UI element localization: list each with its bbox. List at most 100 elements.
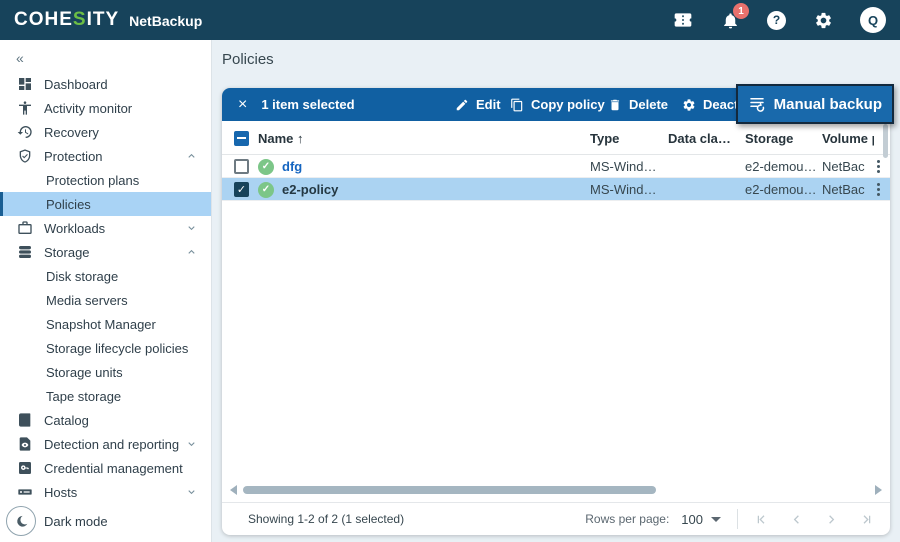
last-page-icon[interactable] bbox=[859, 512, 874, 527]
sidebar-item-media-servers[interactable]: Media servers bbox=[0, 288, 211, 312]
sidebar-item-protection[interactable]: Protection bbox=[0, 144, 211, 168]
scroll-right-arrow-icon[interactable] bbox=[875, 485, 882, 495]
sidebar-item-credential-management[interactable]: Credential management bbox=[0, 456, 211, 480]
sidebar-item-label: Hosts bbox=[44, 484, 78, 500]
protection-shield-icon bbox=[16, 148, 33, 165]
sidebar-item-storage[interactable]: Storage bbox=[0, 240, 211, 264]
scrollbar-thumb[interactable] bbox=[243, 486, 657, 494]
column-header-type[interactable]: Type bbox=[590, 121, 619, 155]
edit-label: Edit bbox=[476, 97, 501, 112]
storage-disks-icon bbox=[16, 244, 33, 261]
status-ok-icon: ✓ bbox=[258, 181, 274, 198]
policy-type-cell: MS-Wind… bbox=[590, 159, 657, 174]
column-header-data-classification[interactable]: Data cla… bbox=[668, 121, 731, 155]
column-header-volume-pool[interactable]: Volume p bbox=[822, 121, 874, 155]
sidebar-item-label: Workloads bbox=[44, 220, 106, 236]
detection-report-icon bbox=[16, 436, 33, 453]
rows-per-page-select[interactable]: 100 bbox=[681, 512, 703, 527]
manual-backup-button[interactable]: Manual backup bbox=[735, 84, 894, 124]
row-actions-menu-icon[interactable] bbox=[874, 157, 883, 176]
dashboard-icon bbox=[16, 76, 33, 93]
first-page-icon[interactable] bbox=[754, 512, 769, 527]
chevron-down-icon[interactable] bbox=[186, 487, 197, 498]
status-ok-icon: ✓ bbox=[258, 158, 274, 175]
sidebar-item-label: Protection plans bbox=[46, 172, 140, 188]
settings-gear-icon[interactable] bbox=[813, 10, 833, 30]
delete-button[interactable]: Delete bbox=[608, 88, 668, 121]
vertical-scrollbar-thumb[interactable] bbox=[883, 124, 888, 158]
sidebar-item-snapshot-manager[interactable]: Snapshot Manager bbox=[0, 312, 211, 336]
select-all-checkbox[interactable] bbox=[234, 130, 249, 146]
sidebar-item-policies[interactable]: Policies bbox=[0, 192, 211, 216]
notifications-bell-icon[interactable]: 1 bbox=[720, 3, 749, 30]
sidebar-item-label: Credential management bbox=[44, 460, 183, 476]
sidebar-item-label: Protection bbox=[44, 148, 103, 164]
rows-per-page-label: Rows per page: bbox=[585, 512, 670, 526]
sidebar-item-workloads[interactable]: Workloads bbox=[0, 216, 211, 240]
chevron-up-icon[interactable] bbox=[186, 151, 197, 162]
copy-policy-button[interactable]: Copy policy bbox=[510, 88, 605, 121]
pagination bbox=[754, 512, 874, 527]
clear-selection-icon[interactable]: × bbox=[238, 96, 247, 113]
table-row[interactable]: ✓ ✓ e2-policy MS-Wind… e2-demou… NetBac bbox=[222, 178, 890, 201]
sidebar-collapse-icon[interactable]: « bbox=[0, 40, 211, 72]
previous-page-icon[interactable] bbox=[789, 512, 804, 527]
main-content: Policies × 1 item selected Edit Copy pol… bbox=[212, 40, 900, 542]
sidebar-item-activity-monitor[interactable]: Activity monitor bbox=[0, 96, 211, 120]
credential-key-icon bbox=[16, 460, 33, 477]
app-window: COHESITY NetBackup 1 ? Q « Dashboard Act bbox=[0, 0, 900, 542]
horizontal-scrollbar bbox=[230, 483, 882, 497]
sidebar-item-label: Storage bbox=[44, 244, 90, 260]
next-page-icon[interactable] bbox=[824, 512, 839, 527]
sidebar-item-label: Snapshot Manager bbox=[46, 316, 156, 332]
edit-button[interactable]: Edit bbox=[455, 88, 501, 121]
chevron-up-icon[interactable] bbox=[186, 247, 197, 258]
sidebar-item-label: Storage units bbox=[46, 364, 123, 380]
support-ticket-icon[interactable] bbox=[673, 10, 693, 30]
sidebar-item-label: Policies bbox=[46, 196, 91, 212]
selection-count-text: 1 item selected bbox=[261, 97, 355, 112]
sidebar-item-catalog[interactable]: Catalog bbox=[0, 408, 211, 432]
column-header-storage[interactable]: Storage bbox=[745, 121, 793, 155]
column-header-name[interactable]: Name ↑ bbox=[258, 121, 304, 155]
showing-count-text: Showing 1-2 of 2 (1 selected) bbox=[248, 512, 405, 526]
sidebar-item-label: Activity monitor bbox=[44, 100, 133, 116]
sidebar-item-storage-lifecycle-policies[interactable]: Storage lifecycle policies bbox=[0, 336, 211, 360]
workloads-briefcase-icon bbox=[16, 220, 33, 237]
top-bar: COHESITY NetBackup 1 ? Q bbox=[0, 0, 900, 40]
sidebar-item-recovery[interactable]: Recovery bbox=[0, 120, 211, 144]
row-actions-menu-icon[interactable] bbox=[874, 180, 883, 199]
brand-text-suffix: ITY bbox=[86, 9, 120, 30]
catalog-book-icon bbox=[16, 412, 33, 429]
sidebar-item-dashboard[interactable]: Dashboard bbox=[0, 72, 211, 96]
row-checkbox[interactable] bbox=[234, 159, 249, 174]
sidebar-item-hosts[interactable]: Hosts bbox=[0, 480, 211, 504]
dark-mode-label: Dark mode bbox=[44, 513, 108, 529]
sidebar: « Dashboard Activity monitor Recovery Pr… bbox=[0, 40, 212, 542]
dropdown-arrow-icon[interactable] bbox=[711, 516, 721, 522]
sort-ascending-icon: ↑ bbox=[297, 130, 304, 146]
sidebar-item-protection-plans[interactable]: Protection plans bbox=[0, 168, 211, 192]
sidebar-item-disk-storage[interactable]: Disk storage bbox=[0, 264, 211, 288]
hosts-server-icon bbox=[16, 484, 33, 501]
cohesity-logo: COHESITY bbox=[14, 9, 119, 31]
dark-mode-toggle[interactable]: Dark mode bbox=[6, 506, 108, 536]
table-row[interactable]: ✓ dfg MS-Wind… e2-demou… NetBac bbox=[222, 155, 890, 178]
product-name: NetBackup bbox=[129, 13, 203, 29]
sidebar-item-label: Detection and reporting bbox=[44, 436, 180, 452]
sidebar-item-storage-units[interactable]: Storage units bbox=[0, 360, 211, 384]
policy-storage-cell: e2-demou… bbox=[745, 159, 817, 174]
scrollbar-track[interactable] bbox=[243, 486, 869, 494]
user-avatar[interactable]: Q bbox=[860, 7, 886, 33]
policy-name-link[interactable]: dfg bbox=[282, 155, 302, 178]
help-icon[interactable]: ? bbox=[767, 10, 786, 30]
scroll-left-arrow-icon[interactable] bbox=[230, 485, 237, 495]
sidebar-item-tape-storage[interactable]: Tape storage bbox=[0, 384, 211, 408]
sidebar-item-detection-and-reporting[interactable]: Detection and reporting bbox=[0, 432, 211, 456]
chevron-down-icon[interactable] bbox=[186, 223, 197, 234]
chevron-down-icon[interactable] bbox=[186, 439, 197, 450]
row-checkbox-checked[interactable]: ✓ bbox=[234, 182, 249, 197]
brand-text: COHE bbox=[14, 9, 73, 30]
activity-monitor-icon bbox=[16, 100, 33, 117]
policy-name-link[interactable]: e2-policy bbox=[282, 178, 338, 201]
